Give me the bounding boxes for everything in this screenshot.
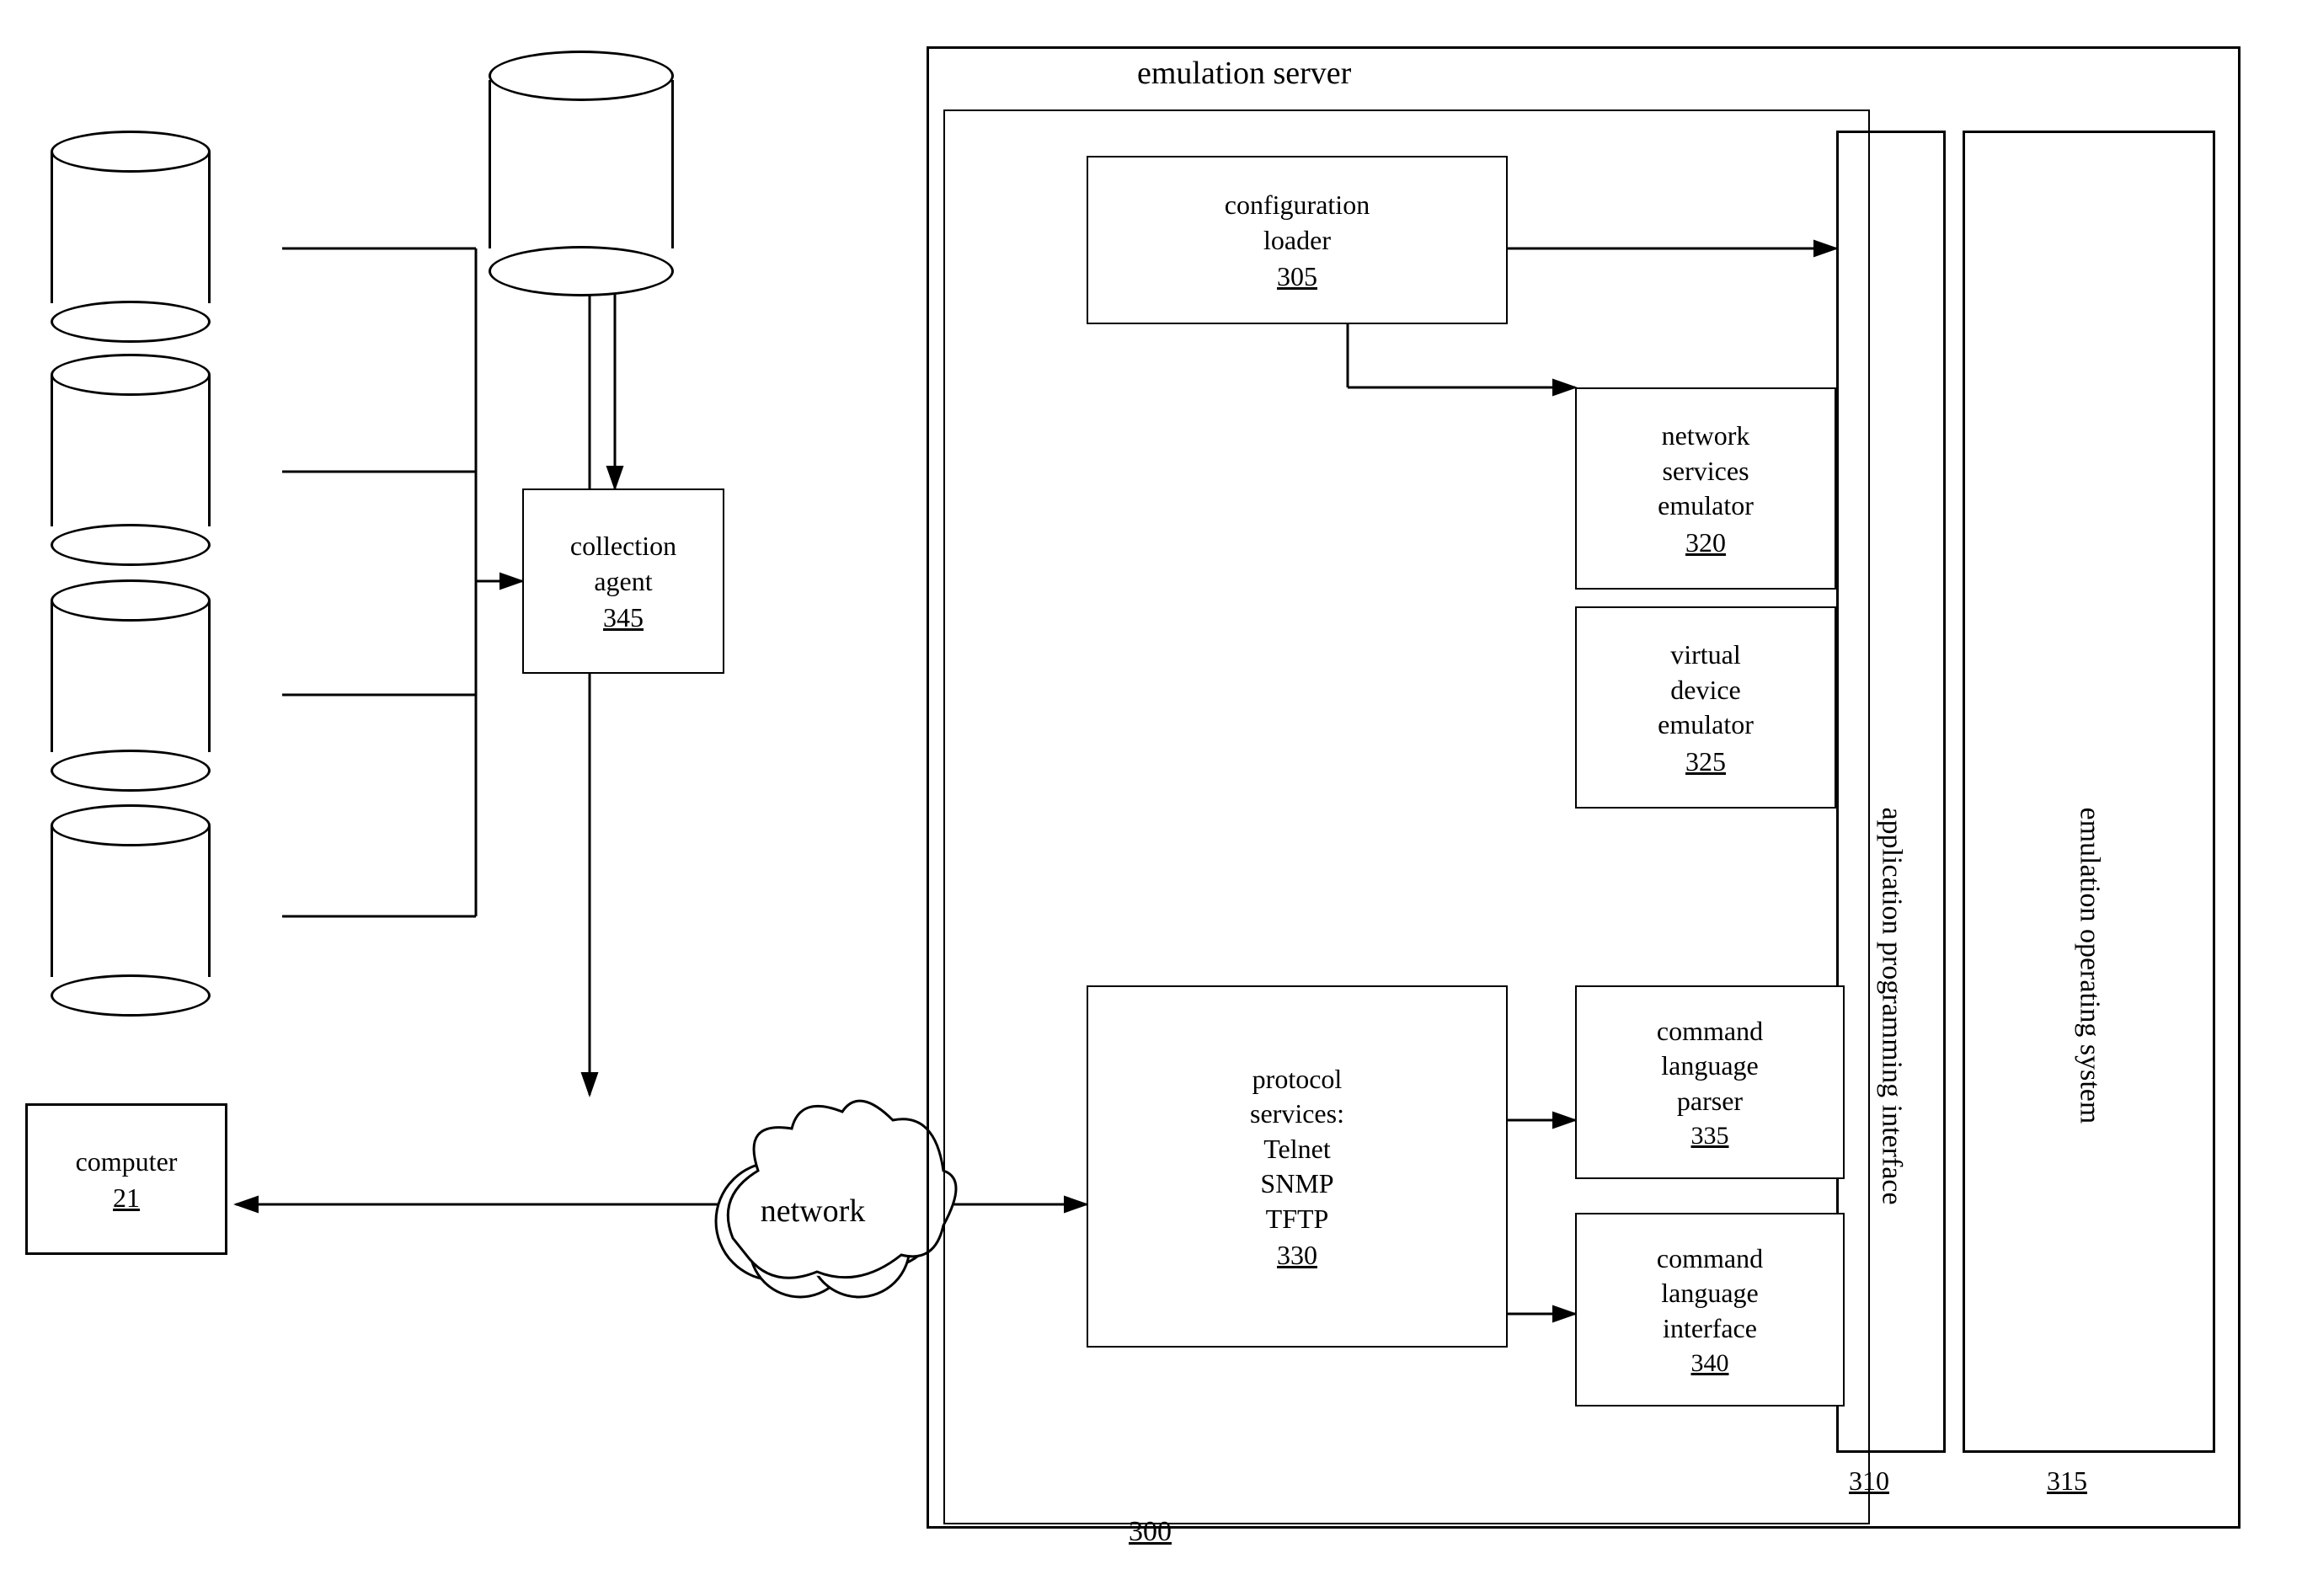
collection-agent-label: collectionagent xyxy=(570,529,676,599)
api-vertical-text: application programming interface xyxy=(1876,808,1908,809)
router4-top xyxy=(51,804,211,846)
eos-vertical-text: emulation operating system xyxy=(2074,808,2106,809)
cloud-svg: network xyxy=(691,1070,960,1314)
router2-body xyxy=(51,375,211,526)
cmd-parser-label: commandlanguageparser xyxy=(1657,1014,1763,1119)
container-300-label: 300 xyxy=(1129,1516,1172,1548)
router2-top xyxy=(51,354,211,396)
datastore-body xyxy=(489,80,674,248)
diagram: router router router router datastore 35… xyxy=(0,0,2318,1596)
net-services-label: networkservicesemulator xyxy=(1658,419,1754,524)
protocol-services-box: protocolservices:TelnetSNMPTFTP 330 xyxy=(1087,985,1508,1348)
router4: router xyxy=(51,804,211,1017)
config-loader-box: configurationloader 305 xyxy=(1087,156,1508,324)
protocol-services-label: protocolservices:TelnetSNMPTFTP xyxy=(1250,1062,1344,1237)
router1-top xyxy=(51,131,211,173)
emulation-server-label: emulation server xyxy=(1137,55,1351,92)
collection-agent-number: 345 xyxy=(603,602,644,633)
computer-number: 21 xyxy=(113,1182,140,1214)
config-loader-number: 305 xyxy=(1277,261,1317,292)
collection-agent-box: collectionagent 345 xyxy=(522,488,724,674)
router4-bottom xyxy=(51,974,211,1017)
virtual-device-number: 325 xyxy=(1685,746,1726,777)
router3-top xyxy=(51,579,211,622)
router1-bottom xyxy=(51,301,211,343)
network-label: network xyxy=(761,1193,866,1229)
cmd-interface-label: commandlanguageinterface xyxy=(1657,1241,1763,1347)
computer-label: computer xyxy=(76,1145,178,1180)
router1: router xyxy=(51,131,211,343)
router4-body xyxy=(51,825,211,977)
datastore-bottom xyxy=(489,246,674,296)
net-services-number: 320 xyxy=(1685,527,1726,558)
protocol-services-number: 330 xyxy=(1277,1240,1317,1271)
router3-bottom xyxy=(51,750,211,792)
virtual-device-label: virtualdeviceemulator xyxy=(1658,638,1754,743)
router1-body xyxy=(51,152,211,303)
router2: router xyxy=(51,354,211,566)
router3-body xyxy=(51,601,211,752)
virtual-device-box: virtualdeviceemulator 325 xyxy=(1575,606,1836,809)
cmd-parser-box: commandlanguageparser 335 xyxy=(1575,985,1845,1179)
data-store: datastore 350 xyxy=(489,51,674,296)
eos-number-label: 315 xyxy=(2047,1465,2087,1497)
router3: router xyxy=(51,579,211,792)
app-programming-interface-box xyxy=(1836,131,1946,1453)
emulation-os-box xyxy=(1963,131,2215,1453)
cmd-parser-number: 335 xyxy=(1691,1122,1729,1150)
network-cloud: network xyxy=(691,1070,960,1318)
api-number-label: 310 xyxy=(1849,1465,1889,1497)
cmd-interface-number: 340 xyxy=(1691,1349,1729,1378)
computer-box: computer 21 xyxy=(25,1103,227,1255)
config-loader-label: configurationloader xyxy=(1225,188,1370,258)
router2-bottom xyxy=(51,524,211,566)
net-services-box: networkservicesemulator 320 xyxy=(1575,387,1836,590)
datastore-top xyxy=(489,51,674,101)
cmd-interface-box: commandlanguageinterface 340 xyxy=(1575,1213,1845,1407)
